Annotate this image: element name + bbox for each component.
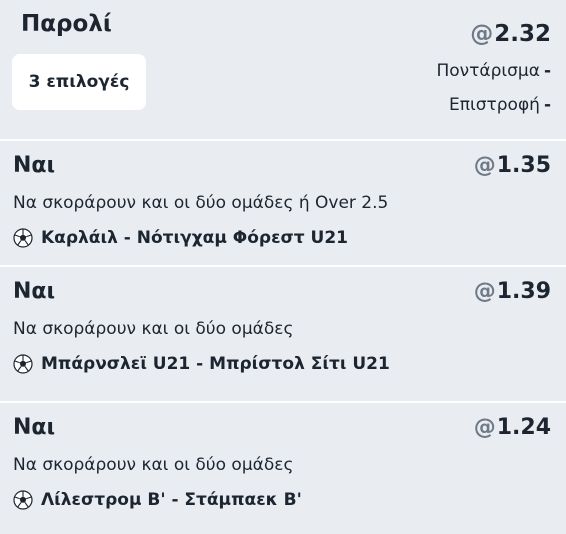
soccer-ball-icon [13,490,33,510]
total-odds: @2.32 [470,21,551,47]
soccer-ball-icon [13,354,33,374]
selection-market: Να σκοράρουν και οι δύο ομάδες [13,455,294,475]
stake-value: - [543,61,551,81]
return-row: Επιστροφή - [449,95,551,115]
selection-odds-value: 1.24 [496,415,551,440]
event-name: Λίλεστρομ Β' - Στάμπαεκ Β' [41,490,302,510]
selection-market: Να σκοράρουν και οι δύο ομάδες ή Over 2.… [13,193,389,213]
selection-event: Λίλεστρομ Β' - Στάμπαεκ Β' [13,488,302,512]
stake-label: Ποντάρισμα [436,61,540,81]
selection-event: Καρλάιλ - Νότιγχαμ Φόρεστ U21 [13,226,348,250]
soccer-ball-icon [13,228,33,248]
selection-odds: @1.39 [474,279,551,304]
selection-event: Μπάρνσλεϊ U21 - Μπρίστολ Σίτι U21 [13,352,390,376]
event-name: Καρλάιλ - Νότιγχαμ Φόρεστ U21 [41,228,348,248]
selection-pick: Ναι [13,153,56,178]
stake-row: Ποντάρισμα - [436,61,551,81]
selection-odds: @1.35 [474,153,551,178]
selection-odds-value: 1.35 [496,153,551,178]
total-odds-value: 2.32 [494,21,551,47]
betslip: Παρολί 3 επιλογές @2.32 Ποντάρισμα - Επισ… [0,0,566,534]
selection-pick: Ναι [13,279,56,304]
selections-count-button[interactable]: 3 επιλογές [12,54,146,110]
selection-pick: Ναι [13,415,56,440]
event-name: Μπάρνσλεϊ U21 - Μπρίστολ Σίτι U21 [41,354,390,374]
return-value: - [543,95,551,115]
selection-odds-value: 1.39 [496,279,551,304]
selection-market: Να σκοράρουν και οι δύο ομάδες [13,319,294,339]
betslip-summary: Παρολί 3 επιλογές @2.32 Ποντάρισμα - Επισ… [0,0,566,139]
selection-card[interactable]: Ναι @1.39 Να σκοράρουν και οι δύο ομάδες… [0,267,566,391]
at-sign: @ [473,279,496,304]
selection-card[interactable]: Ναι @1.35 Να σκοράρουν και οι δύο ομάδες… [0,141,566,265]
bet-type-title: Παρολί [21,11,112,37]
at-sign: @ [473,415,496,440]
at-sign: @ [470,21,494,47]
return-label: Επιστροφή [449,95,540,115]
selection-card[interactable]: Ναι @1.24 Να σκοράρουν και οι δύο ομάδες… [0,403,566,527]
selection-odds: @1.24 [474,415,551,440]
at-sign: @ [473,153,496,178]
